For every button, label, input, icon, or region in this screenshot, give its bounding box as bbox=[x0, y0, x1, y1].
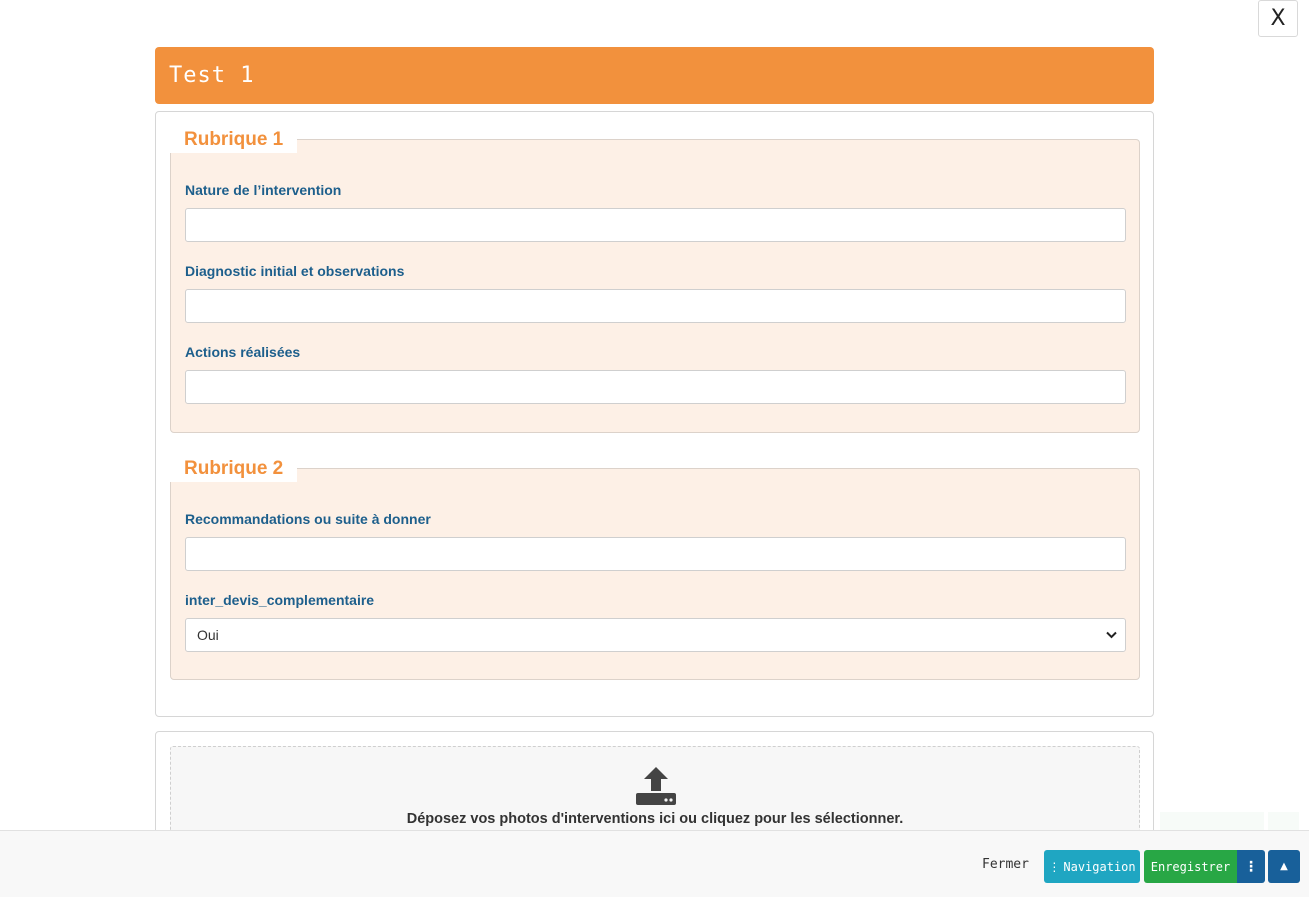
diagnostic-input[interactable] bbox=[185, 289, 1126, 323]
save-label: Enregistrer bbox=[1150, 859, 1231, 874]
save-options-button[interactable]: ⋮ bbox=[1237, 850, 1265, 883]
chevron-down-icon bbox=[1106, 628, 1117, 642]
background-save-button-ghost bbox=[1160, 812, 1264, 832]
nature-intervention-label: Nature de l’intervention bbox=[185, 182, 342, 198]
rubrique-2-fieldset: Rubrique 2 Recommandations ou suite à do… bbox=[170, 454, 1140, 680]
background-up-button-ghost bbox=[1268, 812, 1299, 832]
devis-complementaire-label: inter_devis_complementaire bbox=[185, 592, 375, 608]
rubrique-2-title: Rubrique 2 bbox=[170, 454, 298, 482]
form-title: Test 1 bbox=[169, 63, 255, 88]
scroll-top-button[interactable]: ▲ bbox=[1268, 850, 1300, 883]
diagnostic-label: Diagnostic initial et observations bbox=[185, 263, 405, 279]
form-panel: Rubrique 1 Nature de l’intervention Diag… bbox=[155, 111, 1154, 717]
recommandations-label: Recommandations ou suite à donner bbox=[185, 511, 431, 527]
close-button[interactable]: Fermer bbox=[982, 857, 1029, 872]
save-button[interactable]: Enregistrer bbox=[1144, 850, 1237, 883]
nature-intervention-input[interactable] bbox=[185, 208, 1126, 242]
dropzone-instructions: Déposez vos photos d'interventions ici o… bbox=[406, 811, 904, 827]
actions-label: Actions réalisées bbox=[185, 344, 301, 360]
devis-complementaire-select[interactable]: Oui bbox=[185, 618, 1126, 652]
rubrique-1-fieldset: Rubrique 1 Nature de l’intervention Diag… bbox=[170, 125, 1140, 433]
caret-up-icon: ▲ bbox=[1280, 861, 1288, 872]
footer-bar: Fermer ⋮ Navigation Enregistrer ⋮ ▲ bbox=[0, 830, 1309, 897]
kebab-icon: ⋮ bbox=[1048, 859, 1061, 874]
actions-input[interactable] bbox=[185, 370, 1126, 404]
upload-icon bbox=[635, 766, 677, 806]
recommandations-input[interactable] bbox=[185, 537, 1126, 571]
navigation-button[interactable]: ⋮ Navigation bbox=[1044, 850, 1140, 883]
devis-complementaire-value: Oui bbox=[197, 627, 219, 643]
kebab-icon: ⋮ bbox=[1244, 858, 1258, 875]
form-header: Test 1 bbox=[155, 47, 1154, 104]
navigation-label: Navigation bbox=[1063, 859, 1136, 874]
modal-close-button[interactable]: X bbox=[1258, 0, 1298, 37]
rubrique-1-title: Rubrique 1 bbox=[170, 125, 298, 153]
